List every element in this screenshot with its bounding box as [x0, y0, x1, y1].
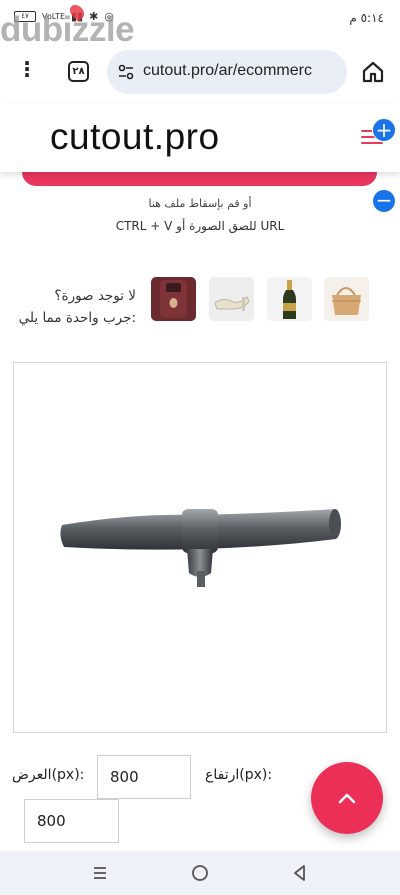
paste-url-hint: URL للصق الصورة أو CTRL + V — [115, 219, 285, 233]
sample-thumb-champagne-bottle[interactable] — [267, 277, 312, 321]
site-header: cutout.pro — [0, 104, 400, 172]
chevron-up-icon — [338, 793, 356, 804]
sample-thumb-phone-case[interactable] — [151, 277, 196, 321]
home-icon[interactable] — [361, 60, 385, 84]
width-input[interactable]: 800 — [97, 755, 191, 799]
drop-file-hint: أو قم بإسقاط ملف هنا — [148, 197, 252, 210]
sample-label-line2: :جرب واحدة مما يلي — [18, 310, 136, 326]
back-icon[interactable] — [290, 863, 310, 883]
address-bar[interactable]: cutout.pro/ar/ecommerc — [107, 50, 347, 94]
more-menu-icon[interactable]: · · · — [20, 53, 34, 85]
site-settings-icon[interactable] — [117, 63, 135, 81]
image-preview — [13, 362, 387, 733]
sample-images-label: لا توجد صورة؟ :جرب واحدة مما يلي — [16, 285, 136, 329]
url-text: cutout.pro/ar/ecommerc — [143, 62, 312, 79]
height-label: ارتفاع(px): — [205, 767, 273, 783]
browser-toolbar: · · · ٢٨ cutout.pro/ar/ecommerc — [0, 44, 400, 100]
height-input[interactable]: 800 — [24, 799, 119, 843]
recent-apps-icon[interactable] — [90, 863, 110, 883]
status-time: ٥:١٤ م — [349, 11, 384, 25]
system-nav-bar — [0, 851, 400, 895]
sample-thumb-shoe[interactable] — [209, 277, 254, 321]
site-logo[interactable]: cutout.pro — [50, 116, 220, 158]
home-button-icon[interactable] — [190, 863, 210, 883]
product-image — [60, 509, 341, 587]
sample-label-line1: لا توجد صورة؟ — [54, 288, 136, 304]
width-label: العرض(px): — [12, 767, 85, 783]
sample-thumb-handbag[interactable] — [324, 277, 369, 321]
tab-switcher-button[interactable]: ٢٨ — [68, 61, 89, 82]
zoom-in-icon[interactable]: + — [372, 118, 396, 142]
zoom-out-icon[interactable]: − — [372, 189, 396, 213]
scroll-to-top-button[interactable] — [311, 762, 383, 834]
